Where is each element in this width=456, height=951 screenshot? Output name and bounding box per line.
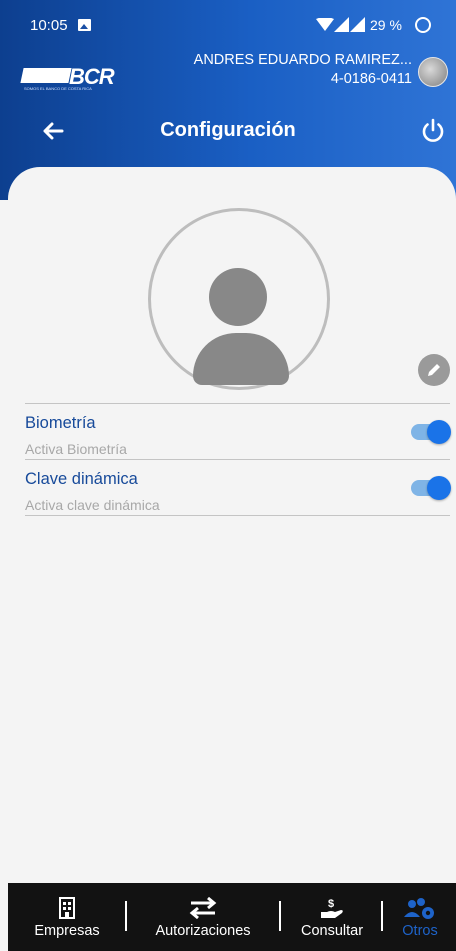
edit-photo-button[interactable] [418,354,450,386]
user-id: 4-0186-0411 [330,71,412,87]
biometria-sublabel: Activa Biometría [25,441,127,457]
signal-icon [334,17,349,32]
divider [25,403,450,404]
nav-consultar[interactable]: $ Consultar [282,883,382,951]
swap-arrows-icon [189,897,217,919]
building-icon [59,897,75,919]
nav-label: Autorizaciones [155,923,251,939]
clave-dinamica-label: Clave dinámica [25,470,138,488]
power-icon[interactable] [418,116,448,146]
nav-empresas[interactable]: Empresas [8,883,126,951]
biometria-label: Biometría [25,414,96,432]
image-notification-icon [78,19,91,31]
user-avatar[interactable] [418,57,448,87]
profile-photo [148,208,330,390]
users-gear-icon [404,898,434,919]
nav-autorizaciones[interactable]: Autorizaciones [130,883,276,951]
hand-money-icon: $ [321,898,343,918]
signal-icon [350,17,365,32]
status-time: 10:05 [30,17,68,34]
nav-divider [125,901,127,931]
biometria-toggle[interactable] [411,420,451,444]
wifi-icon [316,18,334,31]
svg-text:$: $ [328,898,334,910]
nav-divider [381,901,383,931]
clave-dinamica-sublabel: Activa clave dinámica [25,497,160,513]
page-title: Configuración [160,119,296,141]
nav-otros[interactable]: Otros [384,883,456,951]
bottom-navigation: Empresas Autorizaciones $ Consultar Otro… [8,883,456,951]
bcr-logo: BCR SOMOS EL BANCO DE COSTA RICA [20,64,115,94]
settings-panel: Biometría Activa Biometría Clave dinámic… [8,167,456,883]
nav-divider [279,901,281,931]
pencil-icon [428,364,440,376]
person-icon [209,268,267,326]
nav-label: Empresas [34,923,100,939]
nav-label: Otros [402,923,438,939]
user-name: ANDRES EDUARDO RAMIREZ... [193,52,412,68]
battery-icon [415,17,431,33]
battery-percent: 29 % [370,17,402,33]
divider [25,459,450,460]
nav-label: Consultar [300,923,364,939]
divider [25,515,450,516]
clave-dinamica-toggle[interactable] [411,476,451,500]
logo-tagline: SOMOS EL BANCO DE COSTA RICA [24,86,92,91]
status-bar: 10:05 29 % [0,0,456,42]
